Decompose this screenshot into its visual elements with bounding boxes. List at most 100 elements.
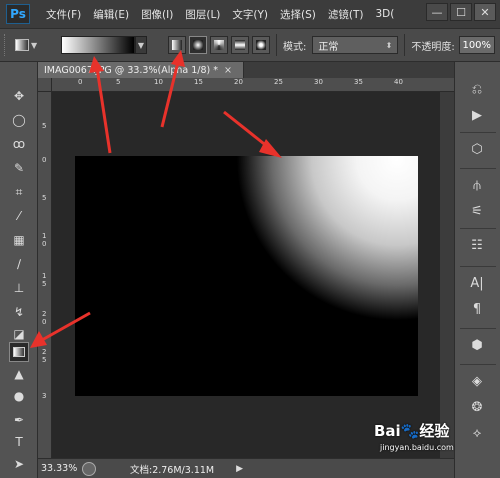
gradient-icon (13, 347, 25, 357)
clone-stamp-tool-icon[interactable]: ⊥ (9, 278, 29, 298)
reflected-gradient-icon (235, 40, 245, 50)
actions-panel-icon[interactable]: ▶ (463, 104, 491, 126)
blur-tool-icon[interactable]: ▲ (9, 364, 29, 384)
healing-brush-tool-icon[interactable]: ▦ (9, 230, 29, 250)
document-canvas[interactable] (75, 156, 418, 396)
pen-tool-icon[interactable]: ✒ (9, 410, 29, 430)
blend-mode-select[interactable]: 正常 ⬍ (312, 36, 399, 54)
menu-file[interactable]: 文件(F) (40, 7, 87, 22)
updown-icon: ⬍ (385, 40, 393, 50)
horizontal-ruler[interactable]: 0 5 10 15 20 25 30 35 40 (52, 78, 454, 92)
dock-divider (460, 168, 496, 169)
type-tool-icon[interactable]: T (9, 432, 29, 452)
marquee-tool-icon[interactable]: ◯ (9, 110, 29, 130)
ruler-tick: 3 (42, 392, 47, 400)
channels-panel-icon[interactable]: ❂ (463, 396, 491, 418)
paragraph-panel-icon[interactable]: ¶ (463, 298, 491, 320)
ruler-tick: 0 (42, 318, 47, 326)
layers-panel-icon[interactable]: ◈ (463, 370, 491, 392)
dodge-tool-icon[interactable]: ● (9, 386, 29, 406)
minimize-button[interactable]: — (426, 3, 448, 21)
status-info-icon[interactable] (82, 461, 96, 476)
options-bar: ▼ ▼ 模式: 正常 ⬍ 不透明度: 100% (0, 28, 500, 62)
tools-panel: ✥ ◯ ꝏ ✎ ⌗ ⁄ ▦ ∕ ⊥ ↯ ◪ ▲ ● ✒ T ➤ (0, 62, 38, 478)
quick-select-tool-icon[interactable]: ✎ (9, 158, 29, 178)
ruler-tick: 0 (42, 240, 47, 248)
document-tab[interactable]: IMAG0067.JPG @ 33.3%(Alpha 1/8) * × (38, 62, 244, 78)
menu-select[interactable]: 选择(S) (274, 7, 322, 22)
menu-filter[interactable]: 滤镜(T) (322, 7, 370, 22)
opacity-label: 不透明度: (411, 41, 455, 53)
tab-close-icon[interactable]: × (224, 65, 232, 76)
radial-gradient-icon (193, 40, 203, 50)
linear-gradient-button[interactable] (168, 36, 186, 54)
ruler-tick: 0 (42, 156, 47, 164)
canvas-vertical-scrollbar[interactable] (440, 92, 454, 458)
ruler-tick: 1 (42, 232, 47, 240)
ruler-tick: 5 (42, 194, 47, 202)
eyedropper-tool-icon[interactable]: ⁄ (9, 206, 29, 226)
brush-panel-icon[interactable]: ⫛ (463, 174, 491, 196)
close-button[interactable]: ✕ (474, 3, 496, 21)
gradient-dropdown-button[interactable]: ▼ (135, 36, 147, 54)
baidu-logo: Bai🐾经验 (374, 422, 450, 440)
options-divider (404, 34, 406, 56)
opacity-input[interactable]: 100% (458, 36, 495, 54)
character-panel-icon[interactable]: A| (463, 272, 491, 294)
menu-3d[interactable]: 3D( (369, 8, 400, 20)
ruler-tick: 1 (42, 272, 47, 280)
ruler-tick: 2 (42, 348, 47, 356)
tab-strip (244, 62, 454, 78)
window-controls: — ☐ ✕ (426, 3, 496, 21)
eraser-tool-icon[interactable]: ◪ (9, 324, 29, 344)
ruler-tick: 2 (42, 310, 47, 318)
tool-preset-picker[interactable]: ▼ (15, 34, 47, 56)
status-menu-arrow[interactable]: ▶ (236, 464, 243, 474)
menu-layer[interactable]: 图层(L) (179, 7, 226, 22)
move-tool-icon[interactable]: ✥ (9, 86, 29, 106)
adjustments-panel-icon[interactable]: ⚟ (463, 200, 491, 222)
angle-gradient-button[interactable] (210, 36, 228, 54)
3d-panel-icon[interactable]: ⬡ (463, 138, 491, 160)
mode-label: 模式: (283, 41, 307, 53)
reflected-gradient-button[interactable] (231, 36, 249, 54)
menu-image[interactable]: 图像(I) (135, 7, 179, 22)
path-select-tool-icon[interactable]: ➤ (9, 454, 29, 474)
menu-bar: Ps 文件(F) 编辑(E) 图像(I) 图层(L) 文字(Y) 选择(S) 滤… (0, 0, 500, 28)
photoshop-logo: Ps (6, 4, 30, 24)
history-brush-tool-icon[interactable]: ↯ (9, 302, 29, 322)
radial-gradient-button[interactable] (189, 36, 207, 54)
ruler-origin[interactable] (38, 78, 52, 92)
ruler-tick: 40 (394, 78, 403, 86)
diamond-gradient-button[interactable] (252, 36, 270, 54)
properties-panel-icon[interactable]: ☷ (463, 234, 491, 256)
menu-type[interactable]: 文字(Y) (226, 7, 274, 22)
vertical-ruler[interactable]: 5 0 5 1 0 1 5 2 0 2 5 3 (38, 92, 52, 458)
dock-divider (460, 266, 496, 267)
ruler-tick: 10 (154, 78, 163, 86)
radial-gradient-fill (75, 156, 418, 396)
linear-gradient-icon (172, 40, 182, 50)
gradient-editor-swatch[interactable] (61, 36, 135, 54)
zoom-level[interactable]: 33.33% (38, 463, 78, 474)
document-size-info: 文档:2.76M/3.11M (130, 464, 215, 476)
gradient-tool-button[interactable] (9, 342, 29, 362)
diamond-gradient-icon (256, 40, 266, 50)
menu-edit[interactable]: 编辑(E) (87, 7, 135, 22)
ruler-tick: 15 (194, 78, 203, 86)
brush-tool-icon[interactable]: ∕ (9, 254, 29, 274)
ruler-tick: 30 (314, 78, 323, 86)
document-tab-title: IMAG0067.JPG @ 33.3%(Alpha 1/8) * (44, 64, 219, 76)
history-panel-icon[interactable]: ⎌ (463, 78, 491, 100)
crop-tool-icon[interactable]: ⌗ (9, 182, 29, 202)
restore-button[interactable]: ☐ (450, 3, 472, 21)
gradient-tool-icon (15, 39, 29, 51)
options-grip[interactable] (4, 34, 7, 56)
ruler-tick: 20 (234, 78, 243, 86)
dock-divider (460, 328, 496, 329)
lasso-tool-icon[interactable]: ꝏ (9, 134, 29, 154)
dock-divider (460, 228, 496, 229)
ruler-tick: 5 (42, 280, 47, 288)
ruler-tick: 5 (116, 78, 121, 86)
3d-cube-icon[interactable]: ⬢ (463, 334, 491, 356)
